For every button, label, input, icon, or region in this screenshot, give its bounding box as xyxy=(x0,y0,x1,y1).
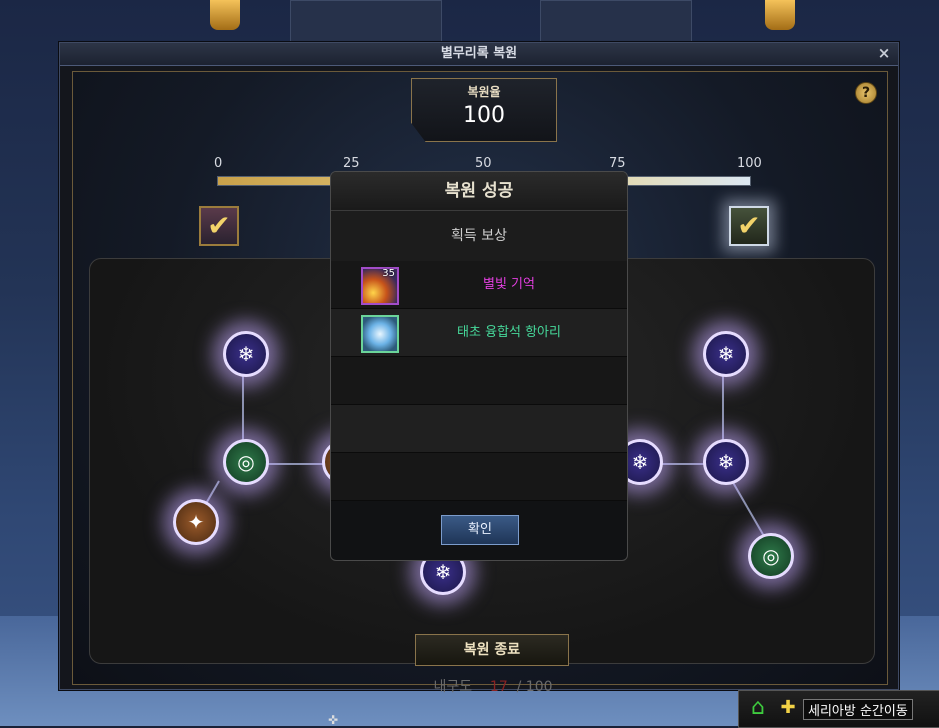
empty-reward-row xyxy=(331,405,627,453)
empty-reward-row xyxy=(331,357,627,405)
reward-row[interactable]: 35 별빛 기억 xyxy=(331,261,627,309)
constellation-node-ice[interactable]: ❄ xyxy=(703,439,749,485)
restore-rate-label: 복원율 xyxy=(467,85,501,99)
durability-display: 내구도 17 / 100 xyxy=(403,676,583,696)
constellation-node-ice[interactable]: ❄ xyxy=(703,331,749,377)
milestone-0-check-icon: ✔ xyxy=(199,206,239,246)
quick-action-bar: ⌂ ✚ 세리아방 순간이동 xyxy=(738,690,939,728)
bookshelf xyxy=(290,0,442,42)
fusion-jar-icon[interactable] xyxy=(361,315,399,353)
progress-tick-50: 50 xyxy=(475,156,492,171)
help-icon[interactable]: ? xyxy=(855,82,877,104)
close-icon[interactable]: × xyxy=(876,45,892,61)
item-count: 35 xyxy=(382,268,395,279)
restore-success-dialog: 복원 성공 획득 보상 35 별빛 기억 태초 융합석 항아리 확인 xyxy=(330,171,628,561)
move-handle-icon[interactable]: ✜ xyxy=(328,714,340,726)
durability-max: / 100 xyxy=(516,679,553,695)
reward-row[interactable]: 태초 융합석 항아리 xyxy=(331,309,627,357)
teleport-tooltip: 세리아방 순간이동 xyxy=(803,699,913,720)
progress-tick-100: 100 xyxy=(737,156,762,171)
restore-rate-value: 100 xyxy=(463,103,505,128)
progress-tick-0: 0 xyxy=(214,156,223,171)
end-restoration-button[interactable]: 복원 종료 xyxy=(415,634,569,666)
progress-tick-75: 75 xyxy=(609,156,626,171)
reward-list: 35 별빛 기억 태초 융합석 항아리 xyxy=(331,261,627,501)
home-icon[interactable]: ⌂ xyxy=(745,695,771,721)
lamp-decoration xyxy=(210,0,240,30)
bookshelf xyxy=(540,0,692,42)
restore-rate-box: 복원율 100 xyxy=(411,78,557,142)
window-titlebar[interactable]: 별무리록 복원 × xyxy=(60,43,898,66)
empty-reward-row xyxy=(331,453,627,501)
reward-item-name: 태초 융합석 항아리 xyxy=(457,325,561,340)
reward-item-name: 별빛 기억 xyxy=(483,277,535,292)
milestone-100-check-icon: ✔ xyxy=(729,206,769,246)
teleport-icon[interactable]: ✚ xyxy=(777,695,799,721)
lamp-decoration xyxy=(765,0,795,30)
confirm-button[interactable]: 확인 xyxy=(441,515,519,545)
constellation-node-ice[interactable]: ❄ xyxy=(223,331,269,377)
constellation-node-wind[interactable]: ◎ xyxy=(223,439,269,485)
durability-label: 내구도 xyxy=(433,679,473,695)
constellation-node-fire[interactable]: ✦ xyxy=(173,499,219,545)
progress-tick-25: 25 xyxy=(343,156,360,171)
durability-current: 17 xyxy=(489,679,508,695)
constellation-node-wind[interactable]: ◎ xyxy=(748,533,794,579)
window-title: 별무리록 복원 xyxy=(440,46,518,61)
star-memory-icon[interactable]: 35 xyxy=(361,267,399,305)
dialog-title: 복원 성공 xyxy=(331,172,627,211)
reward-header: 획득 보상 xyxy=(331,211,627,261)
